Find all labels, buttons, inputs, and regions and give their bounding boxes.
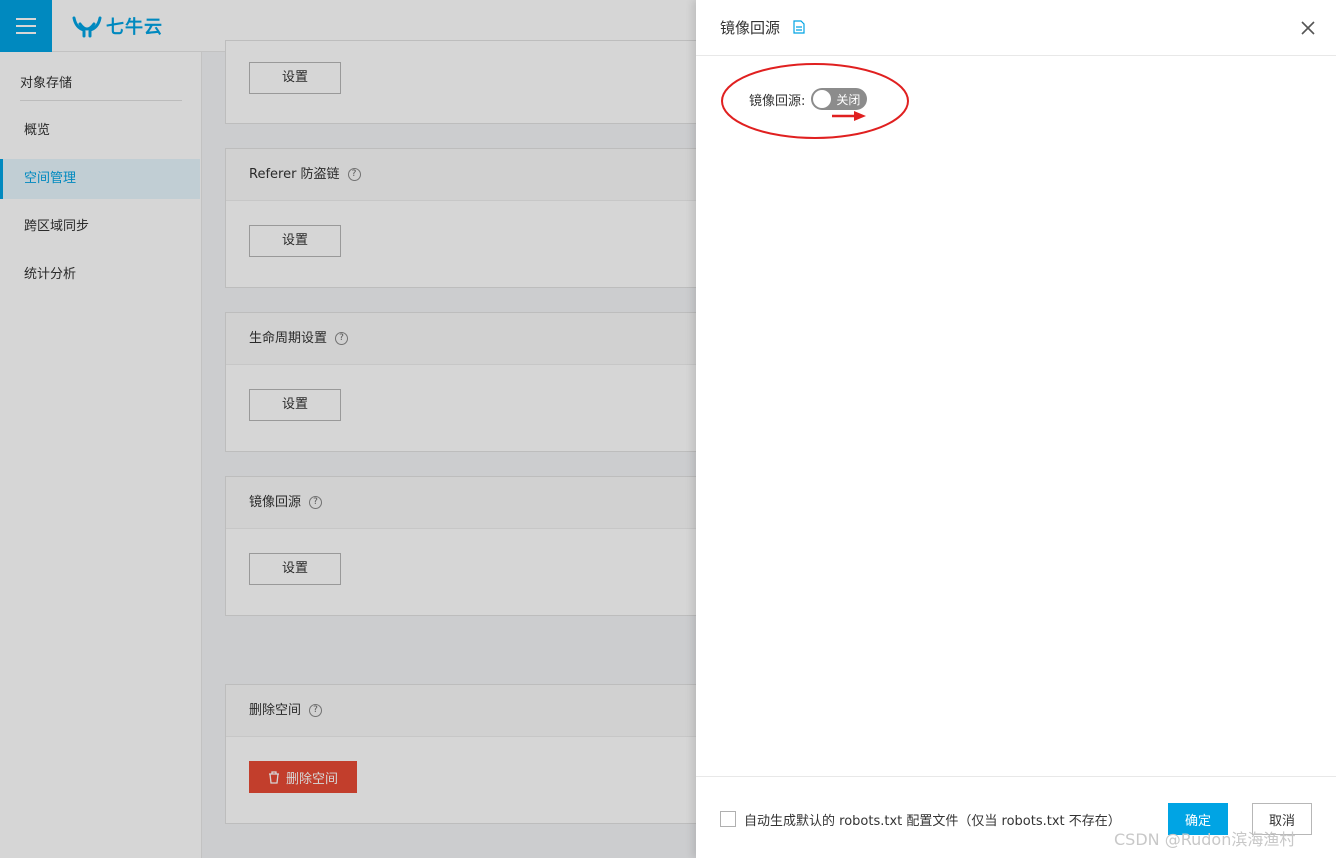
switch-knob xyxy=(813,90,832,108)
mirror-toggle-row: 镜像回源: 关闭 xyxy=(749,88,868,110)
drawer-header: 镜像回源 xyxy=(696,0,1336,56)
mirror-source-drawer: 镜像回源 镜像回源: 关闭 自动生成默认的 robots.txt 配置文件（仅当… xyxy=(696,0,1336,858)
switch-state-text: 关闭 xyxy=(836,93,861,107)
robots-checkbox[interactable] xyxy=(720,811,736,827)
document-icon[interactable] xyxy=(793,20,805,34)
drawer-title: 镜像回源 xyxy=(720,19,781,37)
watermark: CSDN @Rudon滨海渔村 xyxy=(1114,830,1296,849)
mirror-source-switch[interactable]: 关闭 xyxy=(811,88,868,110)
close-icon[interactable] xyxy=(1299,19,1317,37)
toggle-label: 镜像回源: xyxy=(749,93,806,109)
robots-checkbox-label[interactable]: 自动生成默认的 robots.txt 配置文件（仅当 robots.txt 不存… xyxy=(744,810,1121,829)
